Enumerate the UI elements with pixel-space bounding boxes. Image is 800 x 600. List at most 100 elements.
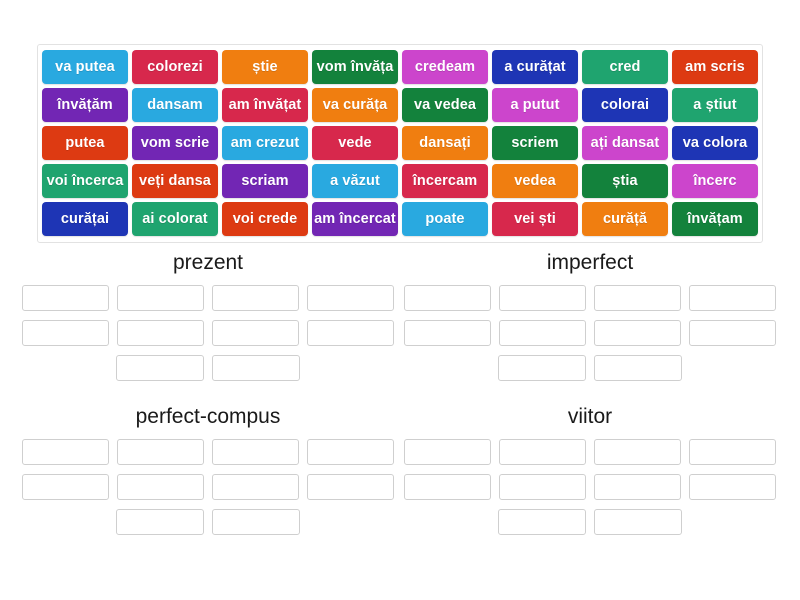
word-tile[interactable]: vedea: [492, 164, 578, 198]
drop-slot[interactable]: [117, 439, 204, 465]
drop-slot[interactable]: [116, 509, 204, 535]
slot-row: [22, 474, 394, 500]
word-tile[interactable]: încerc: [672, 164, 758, 198]
word-tile[interactable]: am încercat: [312, 202, 398, 236]
word-tile[interactable]: am crezut: [222, 126, 308, 160]
word-tile[interactable]: vede: [312, 126, 398, 160]
drop-slot[interactable]: [212, 509, 300, 535]
drop-slot[interactable]: [22, 320, 109, 346]
slot-row: [22, 509, 394, 535]
word-tile[interactable]: scriem: [492, 126, 578, 160]
drop-slot[interactable]: [594, 474, 681, 500]
word-tile[interactable]: cred: [582, 50, 668, 84]
drop-slot[interactable]: [117, 474, 204, 500]
drop-slot[interactable]: [404, 474, 491, 500]
drop-slot[interactable]: [307, 474, 394, 500]
word-tile[interactable]: vom scrie: [132, 126, 218, 160]
word-tile[interactable]: veți dansa: [132, 164, 218, 198]
drop-slot[interactable]: [594, 320, 681, 346]
drop-slot[interactable]: [404, 320, 491, 346]
word-tile[interactable]: curăță: [582, 202, 668, 236]
drop-slot[interactable]: [498, 355, 586, 381]
category-imperfect: imperfect: [404, 252, 776, 390]
drop-slot[interactable]: [689, 474, 776, 500]
word-bank-row: va putea colorezi știe vom învăța credeam a c…: [42, 50, 758, 84]
drop-slot[interactable]: [404, 439, 491, 465]
word-bank: va putea colorezi știe vom învăța credeam a c…: [37, 44, 763, 243]
drop-slot[interactable]: [212, 285, 299, 311]
drop-slot[interactable]: [499, 320, 586, 346]
slot-row: [404, 509, 776, 535]
word-tile[interactable]: învățăm: [42, 88, 128, 122]
drop-slot[interactable]: [307, 320, 394, 346]
word-tile[interactable]: încercam: [402, 164, 488, 198]
word-tile[interactable]: colorai: [582, 88, 668, 122]
drop-slot[interactable]: [594, 355, 682, 381]
word-tile[interactable]: colorezi: [132, 50, 218, 84]
slot-row: [22, 355, 394, 381]
drop-slot[interactable]: [22, 474, 109, 500]
category-slots: [22, 285, 394, 381]
word-tile[interactable]: voi crede: [222, 202, 308, 236]
word-tile[interactable]: voi încerca: [42, 164, 128, 198]
drop-slot[interactable]: [689, 320, 776, 346]
word-tile[interactable]: învățam: [672, 202, 758, 236]
word-tile[interactable]: va curăța: [312, 88, 398, 122]
category-viitor: viitor: [404, 406, 776, 544]
word-tile[interactable]: dansam: [132, 88, 218, 122]
word-tile[interactable]: va putea: [42, 50, 128, 84]
word-tile[interactable]: poate: [402, 202, 488, 236]
word-tile[interactable]: putea: [42, 126, 128, 160]
word-tile[interactable]: scriam: [222, 164, 308, 198]
category-title: prezent: [172, 251, 244, 274]
drop-slot[interactable]: [212, 474, 299, 500]
drop-slot[interactable]: [307, 285, 394, 311]
slot-row: [22, 320, 394, 346]
word-tile[interactable]: ați dansat: [582, 126, 668, 160]
slot-row: [404, 285, 776, 311]
drop-slot[interactable]: [498, 509, 586, 535]
drop-slot[interactable]: [117, 320, 204, 346]
slot-row: [404, 320, 776, 346]
word-tile[interactable]: a știut: [672, 88, 758, 122]
category-perfect-compus: perfect-compus: [22, 406, 394, 544]
drop-slot[interactable]: [212, 439, 299, 465]
word-tile[interactable]: ai colorat: [132, 202, 218, 236]
word-tile[interactable]: va colora: [672, 126, 758, 160]
drop-slot[interactable]: [212, 355, 300, 381]
drop-slot[interactable]: [117, 285, 204, 311]
drop-slot[interactable]: [499, 474, 586, 500]
word-tile[interactable]: am învățat: [222, 88, 308, 122]
drop-slot[interactable]: [594, 439, 681, 465]
drop-slot[interactable]: [307, 439, 394, 465]
word-tile[interactable]: știe: [222, 50, 308, 84]
category-slots: [22, 439, 394, 535]
drop-slot[interactable]: [116, 355, 204, 381]
word-tile[interactable]: dansați: [402, 126, 488, 160]
word-tile[interactable]: a curățat: [492, 50, 578, 84]
drop-slot[interactable]: [404, 285, 491, 311]
word-bank-row: putea vom scrie am crezut vede dansați scriem…: [42, 126, 758, 160]
drop-slot[interactable]: [594, 509, 682, 535]
word-tile[interactable]: credeam: [402, 50, 488, 84]
drop-slot[interactable]: [594, 285, 681, 311]
word-tile[interactable]: știa: [582, 164, 668, 198]
word-tile[interactable]: curățai: [42, 202, 128, 236]
drop-slot[interactable]: [499, 285, 586, 311]
word-bank-row: curățai ai colorat voi crede am încercat poa…: [42, 202, 758, 236]
word-bank-row: voi încerca veți dansa scriam a văzut încerc…: [42, 164, 758, 198]
drop-slot[interactable]: [689, 285, 776, 311]
drop-slot[interactable]: [212, 320, 299, 346]
word-tile[interactable]: vom învăța: [312, 50, 398, 84]
word-tile[interactable]: vei ști: [492, 202, 578, 236]
word-tile[interactable]: va vedea: [402, 88, 488, 122]
drop-slot[interactable]: [22, 285, 109, 311]
drop-slot[interactable]: [689, 439, 776, 465]
word-tile[interactable]: a putut: [492, 88, 578, 122]
category-slots: [404, 439, 776, 535]
word-tile[interactable]: am scris: [672, 50, 758, 84]
word-tile[interactable]: a văzut: [312, 164, 398, 198]
drop-slot[interactable]: [22, 439, 109, 465]
drop-slot[interactable]: [499, 439, 586, 465]
category-title: viitor: [567, 405, 613, 428]
